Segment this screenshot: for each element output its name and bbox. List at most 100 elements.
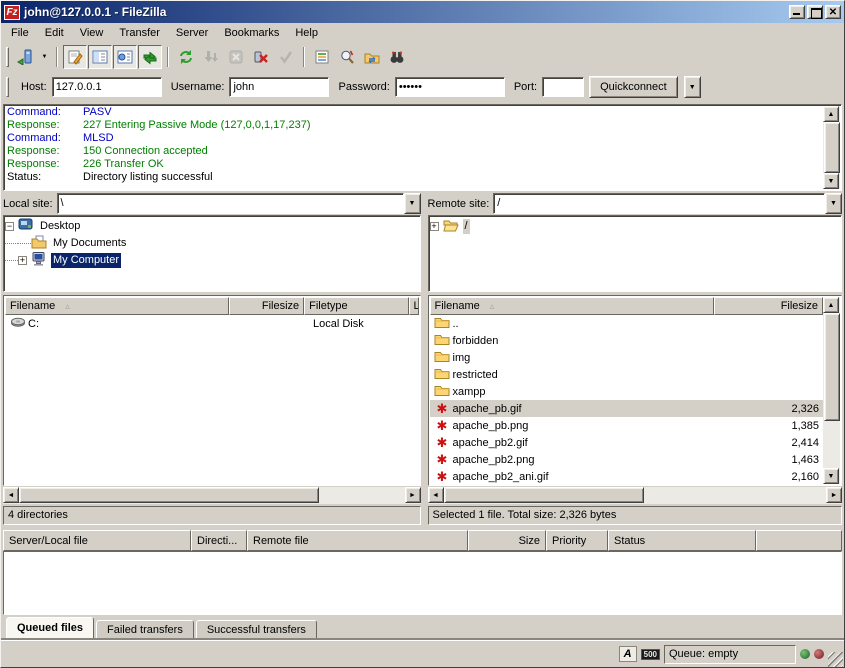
minimize-button[interactable] xyxy=(789,5,805,19)
queue-column-status[interactable]: Status xyxy=(608,530,756,551)
password-input[interactable] xyxy=(395,77,505,97)
tree-item-my-documents[interactable]: My Documents xyxy=(5,235,419,252)
remote-hscrollbar-thumb[interactable] xyxy=(444,487,644,503)
local-file-list[interactable]: Filename▵FilesizeFiletypeLC:Local Disk xyxy=(3,295,421,486)
resize-grip[interactable] xyxy=(828,652,843,667)
local-hscrollbar-thumb[interactable] xyxy=(19,487,319,503)
column-header-filetype[interactable]: Filetype xyxy=(304,297,408,315)
port-input[interactable] xyxy=(542,77,584,97)
log-line: Command:PASV xyxy=(7,106,821,119)
queue-list[interactable] xyxy=(3,551,842,615)
file-size xyxy=(714,349,824,366)
menu-file[interactable]: File xyxy=(3,25,37,41)
remote-site-value[interactable]: / xyxy=(493,193,825,214)
queue-column-remote-file[interactable]: Remote file xyxy=(247,530,468,551)
queue-column-server-local-file[interactable]: Server/Local file xyxy=(3,530,191,551)
column-header-l[interactable]: L xyxy=(409,297,419,315)
file-name: forbidden xyxy=(453,335,499,347)
scroll-down-icon[interactable] xyxy=(823,468,839,484)
tab-failed-transfers[interactable]: Failed transfers xyxy=(96,620,194,639)
scroll-up-icon[interactable] xyxy=(823,106,839,122)
message-log[interactable]: Command:PASVResponse:227 Entering Passiv… xyxy=(3,104,842,191)
local-site-dropdown-icon[interactable] xyxy=(404,193,421,214)
compare-button[interactable] xyxy=(335,45,359,69)
local-hscrollbar[interactable] xyxy=(3,487,421,504)
file-row-restricted[interactable]: restricted xyxy=(430,366,824,383)
site-manager-dropdown-icon[interactable] xyxy=(38,45,51,69)
find-button[interactable] xyxy=(385,45,409,69)
local-site-combo[interactable]: \ xyxy=(57,193,421,214)
column-header-filesize[interactable]: Filesize xyxy=(229,297,304,315)
column-header-filename[interactable]: Filename▵ xyxy=(430,297,714,315)
file-row-forbidden[interactable]: forbidden xyxy=(430,332,824,349)
file-row-img[interactable]: img xyxy=(430,349,824,366)
menu-transfer[interactable]: Transfer xyxy=(111,25,168,41)
menu-edit[interactable]: Edit xyxy=(37,25,72,41)
remote-hscrollbar[interactable] xyxy=(428,487,843,504)
process-queue-icon xyxy=(203,49,219,65)
file-row-apache-pb2-ani-gif[interactable]: ✱apache_pb2_ani.gif2,160 xyxy=(430,468,824,484)
scroll-left-icon[interactable] xyxy=(428,487,444,503)
refresh-button[interactable] xyxy=(174,45,198,69)
scroll-right-icon[interactable] xyxy=(826,487,842,503)
remote-site-combo[interactable]: / xyxy=(493,193,842,214)
local-pane: Local site: \ −DesktopMy Documents+My Co… xyxy=(3,193,421,525)
queue-column-size[interactable]: Size xyxy=(468,530,546,551)
sync-browse-button[interactable] xyxy=(360,45,384,69)
local-site-value[interactable]: \ xyxy=(57,193,404,214)
log-scrollbar-thumb[interactable] xyxy=(824,122,840,173)
column-header-filesize[interactable]: Filesize xyxy=(714,297,824,315)
tree-item-[interactable]: +/ xyxy=(430,218,841,235)
log-scrollbar[interactable] xyxy=(823,106,840,189)
file-row-[interactable]: .. xyxy=(430,315,824,332)
scroll-right-icon[interactable] xyxy=(405,487,421,503)
remote-vscrollbar-thumb[interactable] xyxy=(824,313,840,421)
toggle-queue-button[interactable] xyxy=(138,45,162,69)
file-row-apache-pb-gif[interactable]: ✱apache_pb.gif2,326 xyxy=(430,400,824,417)
transfer-type-indicator-icon[interactable]: A xyxy=(619,646,637,662)
column-header-filename[interactable]: Filename▵ xyxy=(5,297,229,315)
remote-file-list[interactable]: Filename▵Filesize.. forbidden img restricte… xyxy=(428,295,843,486)
toggle-local-tree-button[interactable] xyxy=(88,45,112,69)
close-button[interactable] xyxy=(825,5,841,19)
scroll-down-icon[interactable] xyxy=(823,173,839,189)
username-input[interactable] xyxy=(229,77,329,97)
collapse-icon[interactable]: − xyxy=(5,222,14,231)
menu-view[interactable]: View xyxy=(72,25,112,41)
local-tree[interactable]: −DesktopMy Documents+My Computer xyxy=(3,215,421,292)
tree-item-desktop[interactable]: −Desktop xyxy=(5,218,419,235)
menu-server[interactable]: Server xyxy=(168,25,216,41)
file-row-xampp[interactable]: xampp xyxy=(430,383,824,400)
file-row-apache-pb2-png[interactable]: ✱apache_pb2.png1,463 xyxy=(430,451,824,468)
file-row-apache-pb-png[interactable]: ✱apache_pb.png1,385 xyxy=(430,417,824,434)
quickconnect-button[interactable]: Quickconnect xyxy=(589,76,678,98)
scroll-up-icon[interactable] xyxy=(823,297,839,313)
toggle-remote-tree-button[interactable] xyxy=(113,45,137,69)
file-name: restricted xyxy=(453,369,498,381)
toggle-log-button[interactable] xyxy=(63,45,87,69)
file-row-c[interactable]: C:Local Disk xyxy=(5,315,419,332)
expand-icon[interactable]: + xyxy=(18,256,27,265)
disconnect-button[interactable] xyxy=(249,45,273,69)
folder-icon xyxy=(434,315,451,332)
expand-icon[interactable]: + xyxy=(430,222,439,231)
process-queue-button xyxy=(199,45,223,69)
remote-vscrollbar[interactable] xyxy=(823,297,840,484)
file-row-apache-pb2-gif[interactable]: ✱apache_pb2.gif2,414 xyxy=(430,434,824,451)
maximize-button[interactable] xyxy=(807,5,823,19)
tab-queued-files[interactable]: Queued files xyxy=(6,617,94,639)
remote-site-dropdown-icon[interactable] xyxy=(825,193,842,214)
filter-button[interactable] xyxy=(310,45,334,69)
queue-column-directi[interactable]: Directi... xyxy=(191,530,247,551)
menu-bookmarks[interactable]: Bookmarks xyxy=(216,25,287,41)
host-input[interactable] xyxy=(52,77,162,97)
scroll-left-icon[interactable] xyxy=(3,487,19,503)
tab-successful-transfers[interactable]: Successful transfers xyxy=(196,620,317,639)
menu-help[interactable]: Help xyxy=(287,25,326,41)
queue-column-priority[interactable]: Priority xyxy=(546,530,608,551)
site-manager-button[interactable] xyxy=(13,45,37,69)
remote-tree[interactable]: +/ xyxy=(428,215,843,292)
speed-limit-indicator-icon[interactable]: 500 xyxy=(641,649,660,660)
quickconnect-dropdown-button[interactable] xyxy=(684,76,701,98)
tree-item-my-computer[interactable]: +My Computer xyxy=(5,252,419,269)
